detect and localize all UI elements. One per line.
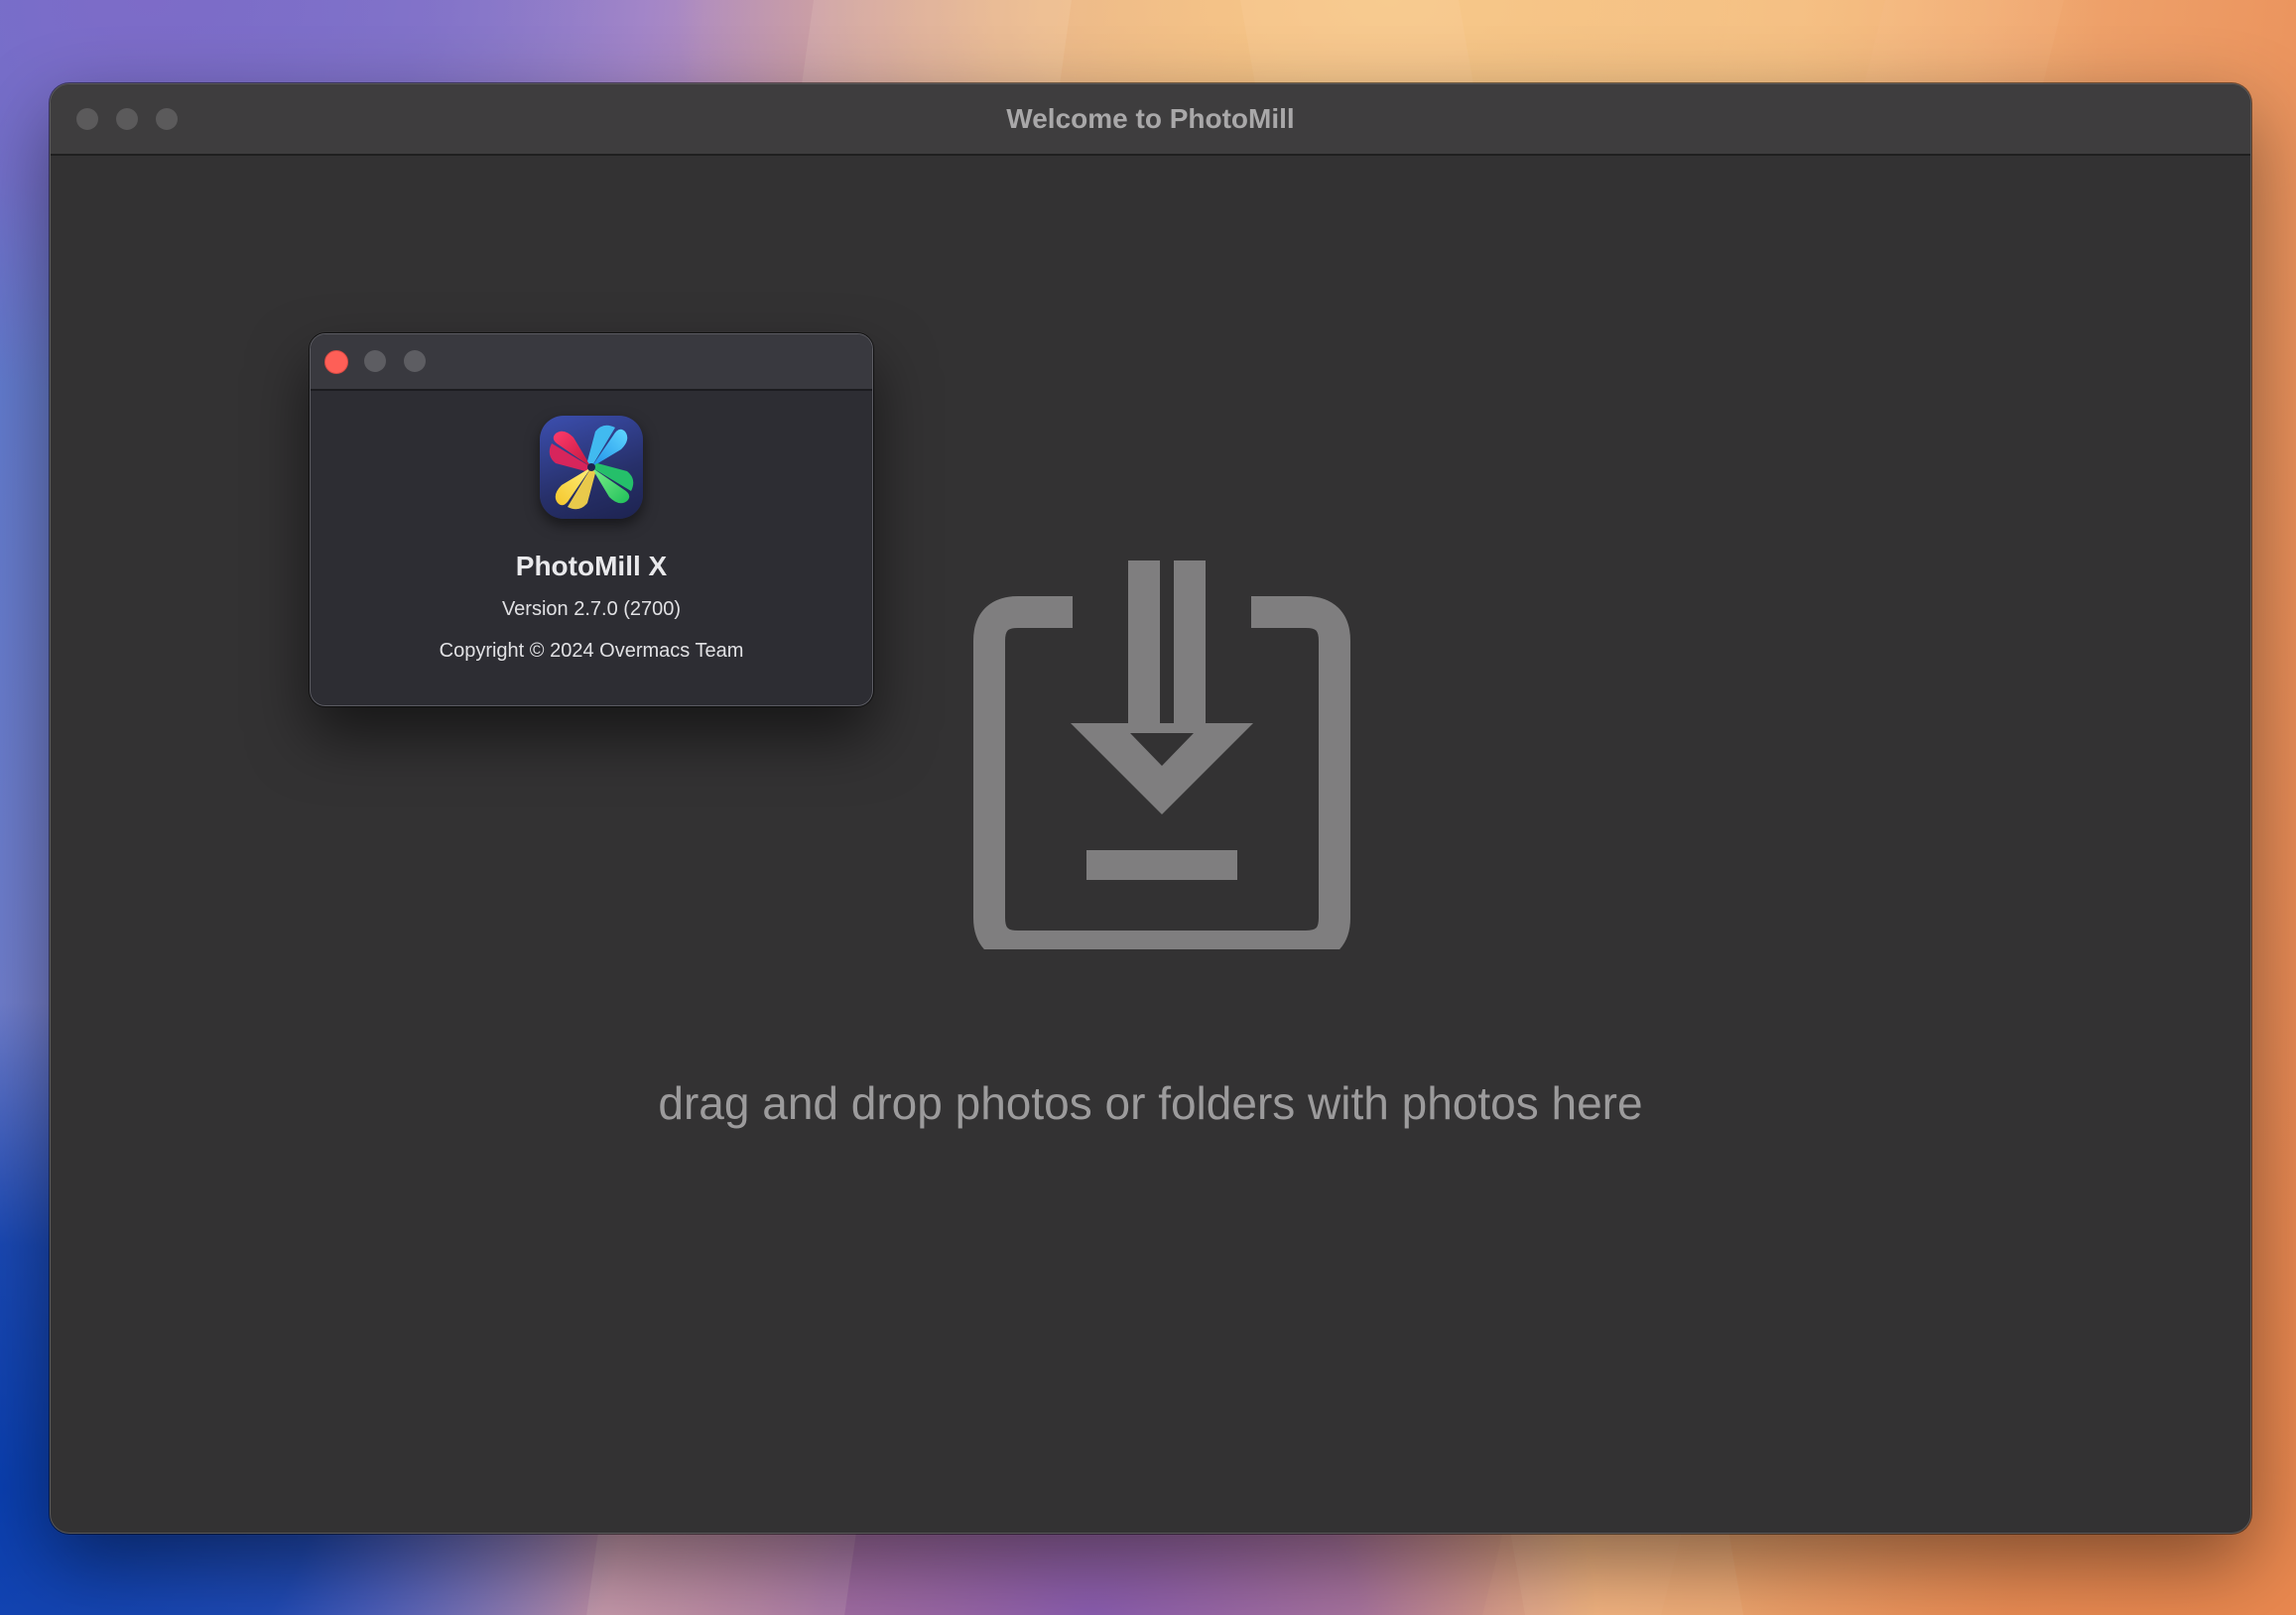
app-copyright: Copyright © 2024 Overmacs Team xyxy=(439,640,744,662)
download-tray-icon xyxy=(973,560,1350,949)
about-minimize-button[interactable] xyxy=(364,350,386,372)
about-close-button[interactable] xyxy=(324,350,348,374)
about-window: PhotoMill X Version 2.7.0 (2700) Copyrig… xyxy=(310,333,873,706)
drop-instructions: drag and drop photos or folders with pho… xyxy=(658,1077,1643,1129)
window-title: Welcome to PhotoMill xyxy=(1006,103,1295,134)
main-titlebar[interactable]: Welcome to PhotoMill xyxy=(51,84,2250,156)
photomill-pinwheel-icon xyxy=(540,416,643,519)
app-name: PhotoMill X xyxy=(515,551,668,581)
about-zoom-button[interactable] xyxy=(404,350,426,372)
app-version: Version 2.7.0 (2700) xyxy=(501,598,682,620)
about-titlebar[interactable] xyxy=(311,334,872,391)
main-window: Welcome to PhotoMill drag and drop photo… xyxy=(50,83,2251,1534)
